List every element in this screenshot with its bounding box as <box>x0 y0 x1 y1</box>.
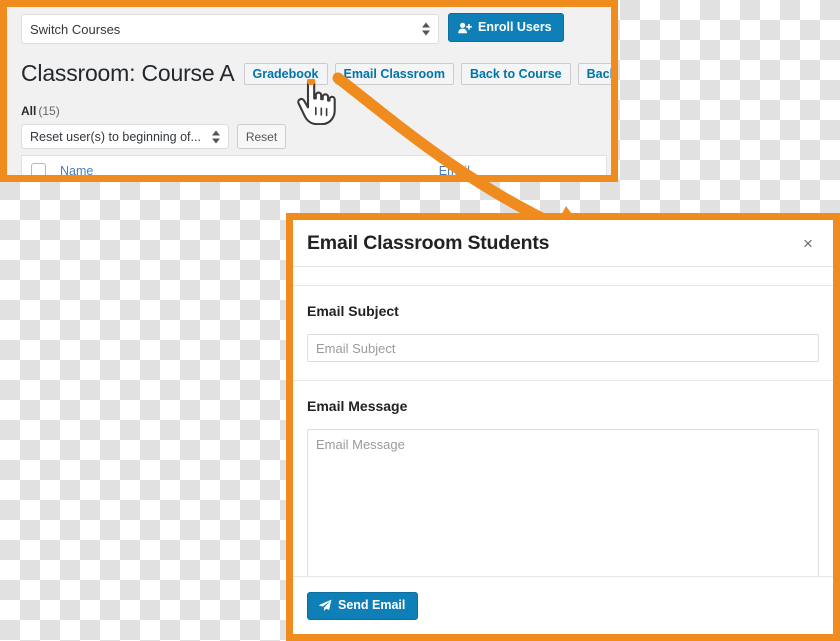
modal-header: Email Classroom Students × <box>293 220 833 267</box>
switch-courses-select-wrapper[interactable]: Switch Courses <box>21 14 439 44</box>
enroll-users-button[interactable]: Enroll Users <box>448 13 564 42</box>
email-message-field-block: Email Message <box>307 381 819 599</box>
title-action-back-to-course[interactable]: Back to Course <box>460 63 571 85</box>
modal-top-spacer <box>307 267 819 285</box>
switch-courses-select[interactable]: Switch Courses <box>21 14 439 44</box>
column-header-email[interactable]: Email <box>439 164 470 176</box>
modal-title: Email Classroom Students <box>307 231 550 254</box>
email-subject-field-block: Email Subject <box>307 286 819 362</box>
select-all-checkbox[interactable] <box>31 163 46 175</box>
filter-all-count: (15) <box>38 104 60 118</box>
email-message-label: Email Message <box>307 398 408 414</box>
email-message-textarea[interactable] <box>307 429 819 599</box>
reset-button[interactable]: Reset <box>237 124 286 149</box>
send-email-button[interactable]: Send Email <box>307 591 419 620</box>
email-message-wrapper <box>307 429 819 599</box>
send-email-button-label: Send Email <box>338 598 406 613</box>
close-icon[interactable]: × <box>797 232 819 254</box>
modal-footer: Send Email <box>293 576 833 634</box>
email-subject-input[interactable] <box>307 334 819 362</box>
email-classroom-modal: Email Classroom Students × Email Subject… <box>286 213 840 641</box>
paper-plane-icon <box>318 599 332 612</box>
filter-all-link[interactable]: All <box>21 104 36 118</box>
classroom-admin-panel: Switch Courses Enroll Users Classroom: C… <box>0 0 618 182</box>
column-header-name[interactable]: Name <box>60 164 93 176</box>
title-action-gradebook[interactable]: Gradebook <box>243 63 328 85</box>
email-classroom-modal-content: Email Classroom Students × Email Subject… <box>293 220 833 634</box>
enroll-users-button-label: Enroll Users <box>478 20 552 35</box>
table-header-row: Name Email <box>22 156 606 176</box>
reset-action-select-wrapper[interactable]: Reset user(s) to beginning of... <box>21 124 229 149</box>
email-subject-label: Email Subject <box>307 303 399 319</box>
reset-action-select[interactable]: Reset user(s) to beginning of... <box>21 124 229 149</box>
modal-body: Email Subject Email Message <box>293 267 833 599</box>
user-plus-icon <box>458 22 472 33</box>
classroom-admin-panel-content: Switch Courses Enroll Users Classroom: C… <box>7 7 611 175</box>
filter-links: All (15) <box>21 104 60 118</box>
modal-mid-spacer <box>307 362 819 380</box>
page-title: Classroom: Course A <box>21 60 235 87</box>
title-action-email-classroom[interactable]: Email Classroom <box>334 63 454 85</box>
users-list-table: Name Email <box>21 155 607 176</box>
page-title-row: Classroom: Course A Gradebook Email Clas… <box>21 59 611 89</box>
title-action-back-to-courses[interactable]: Back to Courses <box>577 63 611 85</box>
